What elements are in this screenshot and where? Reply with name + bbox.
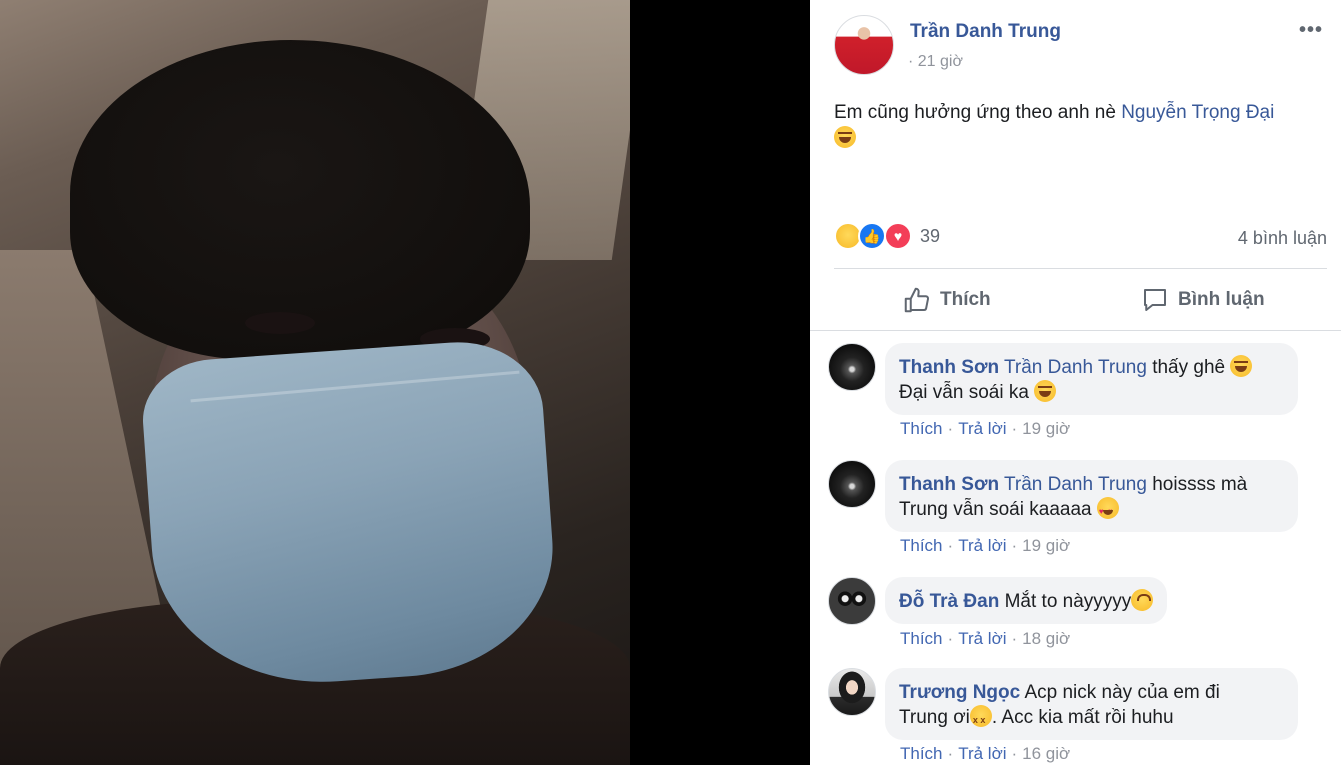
like-button[interactable]: Thích bbox=[902, 284, 991, 316]
comment-mention-link[interactable]: Trần Danh Trung bbox=[1004, 357, 1147, 378]
comment-bubble: Trương Ngọc Acp nick này của em đi Trung… bbox=[885, 668, 1298, 740]
post-header: Trần Danh Trung · 21 giờ ••• bbox=[834, 15, 1325, 77]
comment-text: Acp nick này của em đi bbox=[1020, 682, 1220, 703]
comment-like-link[interactable]: Thích bbox=[900, 629, 943, 648]
comment-like-link[interactable]: Thích bbox=[900, 744, 943, 763]
laughing-emoji-icon bbox=[1230, 355, 1253, 377]
photo-hair bbox=[70, 40, 530, 360]
commenter-avatar[interactable] bbox=[828, 577, 876, 625]
commenter-name[interactable]: Đỗ Trà Đan bbox=[899, 591, 999, 612]
post-panel: Trần Danh Trung · 21 giờ ••• Em cũng hưở… bbox=[810, 0, 1341, 765]
comment-text-line2: Trung vẫn soái kaaaaa bbox=[899, 499, 1097, 520]
photo-face-mask bbox=[138, 336, 562, 694]
comment-time[interactable]: 19 giờ bbox=[1022, 536, 1070, 555]
upside-down-face-emoji-icon bbox=[1131, 589, 1154, 611]
comment-time[interactable]: 19 giờ bbox=[1022, 419, 1070, 438]
comment-text: Mắt to nàyyyyy bbox=[999, 591, 1132, 612]
comment-button[interactable]: Bình luận bbox=[1140, 284, 1265, 316]
comment-time[interactable]: 16 giờ bbox=[1022, 744, 1070, 763]
thumbs-up-icon bbox=[904, 287, 930, 313]
comment-text: hoissss mà bbox=[1146, 474, 1248, 495]
comment-text: thấy ghê bbox=[1146, 357, 1231, 378]
more-options-button[interactable]: ••• bbox=[1299, 19, 1323, 42]
like-button-label: Thích bbox=[940, 289, 991, 310]
comment-bubble: Đỗ Trà Đan Mắt to nàyyyyy bbox=[885, 577, 1168, 624]
laughing-emoji-icon bbox=[834, 126, 856, 148]
comment-time[interactable]: 18 giờ bbox=[1022, 629, 1070, 648]
commenter-avatar[interactable] bbox=[828, 460, 876, 508]
comment-reply-link[interactable]: Trả lời bbox=[958, 629, 1006, 648]
comment-meta: Thích · Trả lời · 18 giờ bbox=[900, 629, 1071, 648]
author-avatar[interactable] bbox=[834, 15, 894, 75]
comment-meta: Thích · Trả lời · 16 giờ bbox=[900, 744, 1071, 763]
comment-like-link[interactable]: Thích bbox=[900, 536, 943, 555]
tired-face-emoji-icon bbox=[969, 705, 992, 733]
post-timestamp[interactable]: · 21 giờ bbox=[908, 53, 963, 71]
author-name[interactable]: Trần Danh Trung bbox=[910, 21, 1061, 43]
reactions-summary: 👍 ♥ 39 4 bình luận bbox=[834, 222, 1327, 252]
comment-reply-link[interactable]: Trả lời bbox=[958, 744, 1006, 763]
comment-text-line2: Đại vẫn soái ka bbox=[899, 382, 1035, 403]
commenter-name[interactable]: Thanh Sơn bbox=[899, 474, 999, 495]
photo-viewer bbox=[0, 0, 810, 765]
photo-eye-left bbox=[245, 312, 315, 334]
reaction-count[interactable]: 39 bbox=[920, 226, 940, 247]
divider bbox=[834, 268, 1327, 269]
heart-eyes-emoji-icon bbox=[1096, 497, 1119, 524]
comment-bubble: Thanh Sơn Trần Danh Trung thấy ghê Đại v… bbox=[885, 343, 1298, 415]
comment-count[interactable]: 4 bình luận bbox=[1238, 228, 1327, 249]
commenter-name[interactable]: Thanh Sơn bbox=[899, 357, 999, 378]
comment-reply-link[interactable]: Trả lời bbox=[958, 536, 1006, 555]
comment-button-label: Bình luận bbox=[1178, 289, 1265, 310]
post-text: Em cũng hưởng ứng theo anh nè Nguyễn Trọ… bbox=[834, 100, 1329, 152]
commenter-avatar[interactable] bbox=[828, 343, 876, 391]
like-reaction-icon[interactable]: 👍 bbox=[858, 222, 886, 250]
post-text-body: Em cũng hưởng ứng theo anh nè bbox=[834, 102, 1122, 123]
speech-bubble-icon bbox=[1144, 289, 1166, 311]
post-photo[interactable] bbox=[0, 0, 630, 765]
laughing-emoji-icon bbox=[1034, 380, 1057, 402]
commenter-avatar[interactable] bbox=[828, 668, 876, 716]
divider bbox=[810, 330, 1341, 331]
comment-meta: Thích · Trả lời · 19 giờ bbox=[900, 536, 1071, 555]
commenter-name[interactable]: Trương Ngọc bbox=[899, 682, 1020, 703]
comment-text-line2-end: . Acc kia mất rồi huhu bbox=[991, 707, 1174, 728]
post-mention-link[interactable]: Nguyễn Trọng Đại bbox=[1121, 102, 1274, 123]
love-reaction-icon[interactable]: ♥ bbox=[884, 222, 912, 250]
comment-meta: Thích · Trả lời · 19 giờ bbox=[900, 419, 1071, 438]
comment-reply-link[interactable]: Trả lời bbox=[958, 419, 1006, 438]
comment-bubble: Thanh Sơn Trần Danh Trung hoissss mà Tru… bbox=[885, 460, 1298, 532]
comment-text-line2: Trung ơi bbox=[899, 707, 970, 728]
comment-mention-link[interactable]: Trần Danh Trung bbox=[1004, 474, 1147, 495]
comment-like-link[interactable]: Thích bbox=[900, 419, 943, 438]
